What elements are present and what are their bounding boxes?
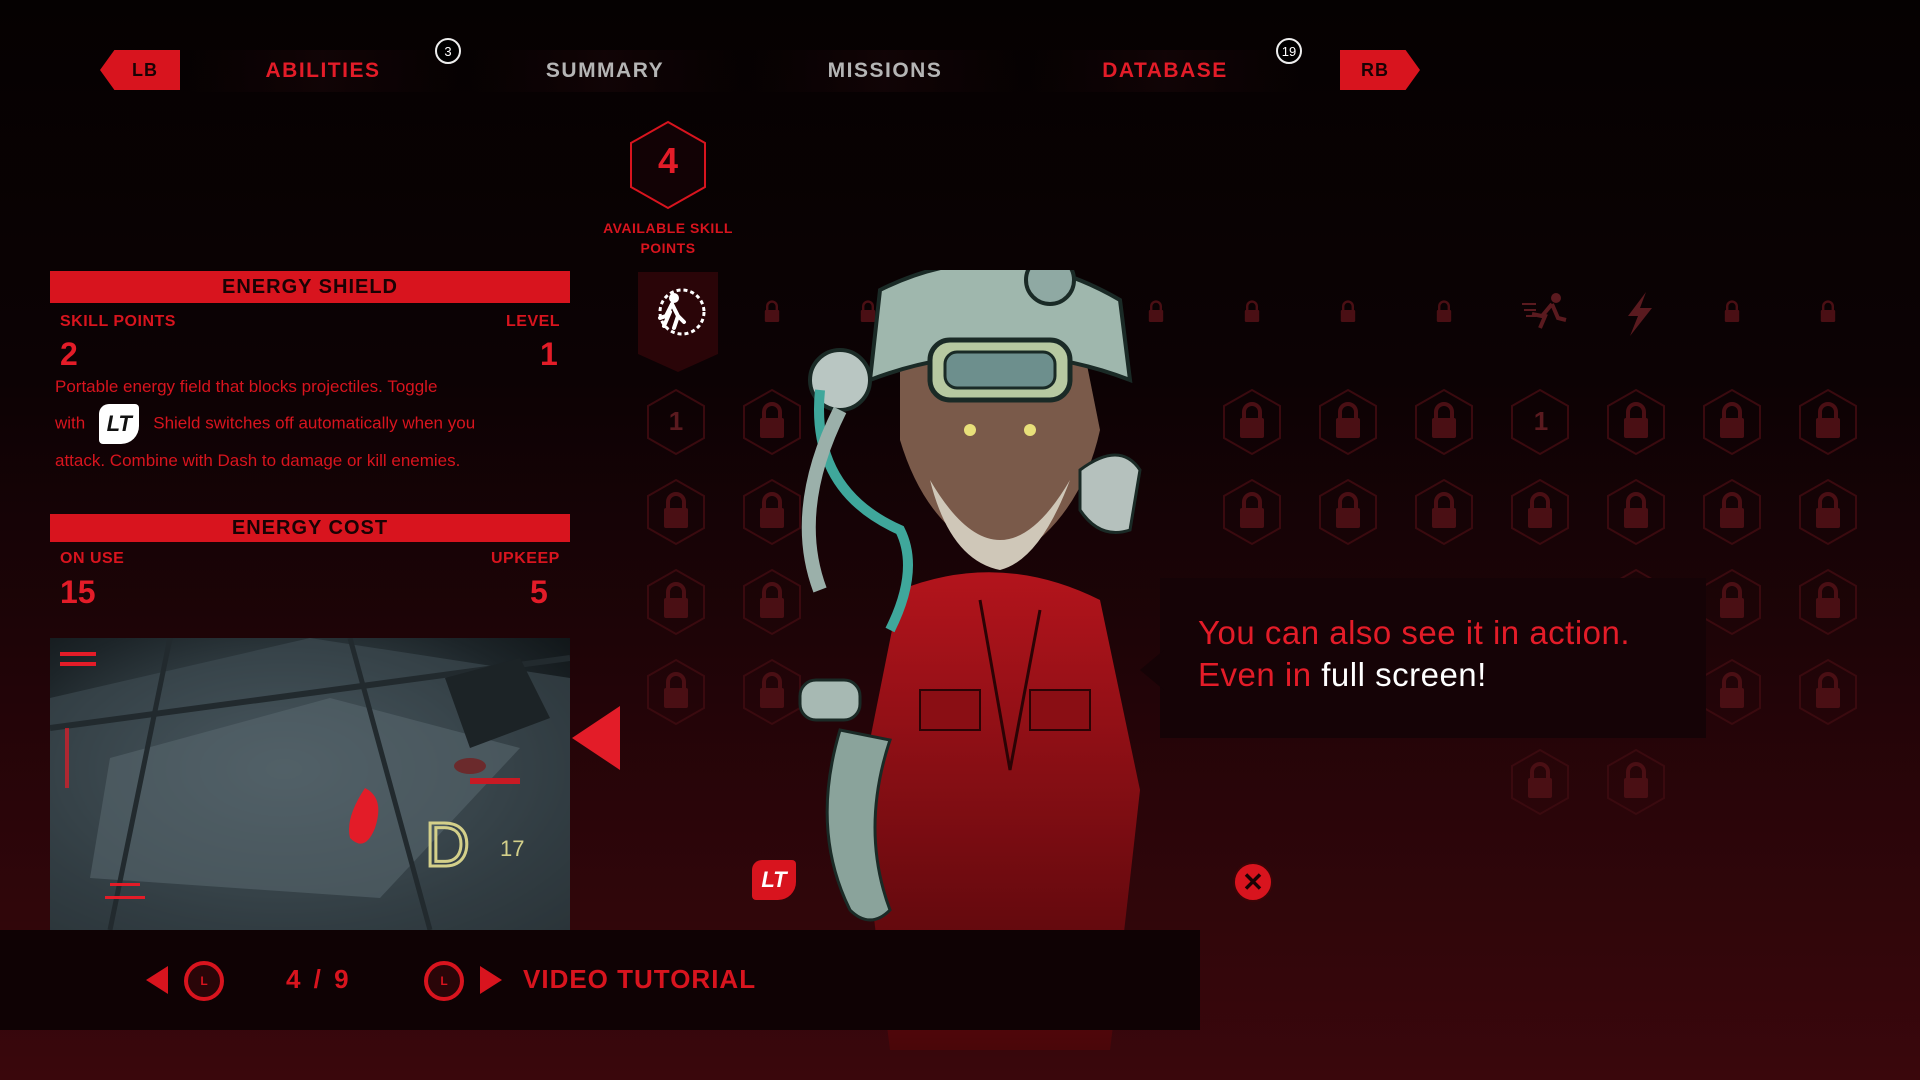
gameplay-scene-image: D 17 — [50, 638, 570, 930]
tab-summary[interactable]: SUMMARY — [470, 50, 740, 92]
locked-skill-node — [1510, 478, 1570, 546]
floor-marking-number: 17 — [500, 836, 524, 861]
left-stick-next-icon[interactable]: L — [424, 961, 464, 1001]
floor-marking-letter: D — [425, 811, 470, 880]
description-line-3: attack. Combine with Dash to damage or k… — [55, 451, 461, 470]
lt-button-icon: LT — [99, 404, 140, 444]
database-count-badge: 19 — [1276, 38, 1302, 64]
available-skill-points-value: 4 — [657, 140, 679, 181]
ability-description: Portable energy field that blocks projec… — [55, 370, 555, 478]
dialog-line-2-highlight: full screen! — [1321, 656, 1487, 693]
tab-abilities[interactable]: ABILITIES — [188, 50, 458, 92]
tab-database[interactable]: DATABASE — [1030, 50, 1300, 92]
locked-skill-icon — [1234, 290, 1270, 330]
locked-skill-node — [1798, 478, 1858, 546]
locked-skill-node — [1798, 388, 1858, 456]
description-line-1: Portable energy field that blocks projec… — [55, 377, 438, 396]
dialog-pointer-icon — [1140, 650, 1164, 690]
energy-cost-title: ENERGY COST — [50, 514, 570, 542]
dialog-line-1: You can also see it in action. — [1198, 614, 1631, 651]
locked-skill-icon — [1810, 290, 1846, 330]
locked-skill-node — [1510, 748, 1570, 816]
dialog-line-2-red: Even in — [1198, 656, 1312, 693]
locked-skill-node — [1414, 388, 1474, 456]
upkeep-value: 5 — [530, 574, 548, 610]
left-stick-prev-icon[interactable]: L — [184, 961, 224, 1001]
level-label: LEVEL — [506, 313, 561, 330]
on-use-label: ON USE — [60, 550, 125, 567]
locked-skill-node — [1702, 478, 1762, 546]
description-with: with — [55, 413, 86, 433]
locked-skill-node — [1606, 748, 1666, 816]
on-use-value: 15 — [60, 574, 96, 610]
skill-points-value: 2 — [60, 336, 78, 372]
lb-bumper-button[interactable]: LB — [100, 50, 180, 90]
locked-skill-icon — [1426, 290, 1462, 330]
available-skill-points-label: AVAILABLE SKILL POINTS — [603, 220, 733, 256]
close-dialog-button[interactable]: ✕ — [1233, 862, 1273, 902]
locked-skill-node — [646, 658, 706, 726]
locked-skill-node — [1606, 478, 1666, 546]
previous-arrow-icon[interactable] — [146, 966, 168, 994]
locked-skill-node — [1318, 478, 1378, 546]
lt-trigger-button[interactable]: LT — [752, 860, 796, 900]
locked-skill-node — [1222, 388, 1282, 456]
level-value: 1 — [540, 336, 558, 372]
locked-skill-node — [1702, 388, 1762, 456]
skill-node-level-1: 1 — [668, 406, 684, 436]
next-arrow-icon[interactable] — [480, 966, 502, 994]
skill-node-level-2: 1 — [1533, 406, 1549, 436]
locked-skill-node — [1798, 568, 1858, 636]
page-indicator: 4 / 9 — [286, 964, 352, 994]
locked-skill-icon — [1330, 290, 1366, 330]
ability-title: ENERGY SHIELD — [50, 271, 570, 303]
video-tutorial-preview[interactable]: D 17 — [50, 638, 570, 930]
selected-skill-energy-shield[interactable] — [638, 272, 718, 372]
dash-skill-icon — [1522, 290, 1567, 330]
locked-skill-node — [1414, 478, 1474, 546]
description-line-2: Shield switches off automatically when y… — [153, 413, 476, 433]
locked-skill-node — [1318, 388, 1378, 456]
rb-bumper-button[interactable]: RB — [1340, 50, 1420, 90]
tab-missions[interactable]: MISSIONS — [750, 50, 1020, 92]
lightning-skill-icon — [1618, 290, 1654, 336]
locked-skill-icon — [1714, 290, 1750, 330]
locked-skill-node — [1222, 478, 1282, 546]
upkeep-label: UPKEEP — [491, 550, 560, 567]
abilities-count-badge: 3 — [435, 38, 461, 64]
locked-skill-node — [646, 568, 706, 636]
locked-skill-node — [1702, 658, 1762, 726]
locked-skill-node — [646, 478, 706, 546]
locked-skill-node — [1702, 568, 1762, 636]
tutorial-dialog-text: You can also see it in action. Even in f… — [1198, 612, 1630, 696]
running-figure-icon — [658, 288, 706, 336]
video-pointer-arrow-icon — [572, 706, 620, 770]
skill-points-label: SKILL POINTS — [60, 313, 176, 330]
video-tutorial-label[interactable]: VIDEO TUTORIAL — [523, 964, 756, 995]
locked-skill-node — [1606, 388, 1666, 456]
locked-skill-node — [1798, 658, 1858, 726]
